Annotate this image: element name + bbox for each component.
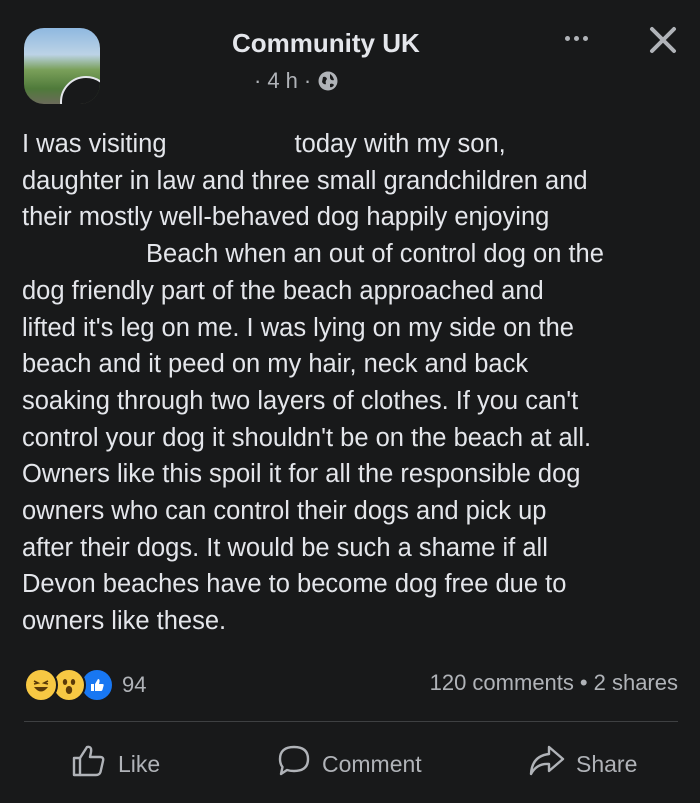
comment-label: Comment: [322, 750, 422, 777]
profile-picture-overlay: [60, 76, 100, 104]
more-icon[interactable]: [558, 28, 594, 48]
globe-icon: [317, 70, 339, 92]
comments-count[interactable]: 120 comments: [430, 670, 574, 696]
like-button[interactable]: Like: [70, 738, 160, 790]
post-line: I was visiting today with my son,: [22, 130, 506, 158]
reaction-summary[interactable]: 94: [24, 668, 146, 702]
post-line: beach and it peed on my hair, neck and b…: [22, 350, 529, 379]
post-line: owners like these.: [22, 607, 227, 636]
post-body: I was visiting today with my son, daughte…: [22, 126, 682, 640]
post-time[interactable]: 4 h: [267, 68, 298, 94]
thumbs-up-icon: [70, 743, 108, 785]
comment-icon: [276, 743, 312, 785]
post-header: Community UK · 4 h ·: [0, 0, 700, 120]
reaction-count: 94: [122, 672, 147, 697]
share-button[interactable]: Share: [528, 738, 637, 790]
stats-separator: •: [579, 670, 588, 695]
like-label: Like: [118, 750, 161, 777]
share-icon: [528, 743, 566, 785]
post-line: lifted it's leg on me. I was lying on my…: [22, 313, 574, 342]
divider: [24, 721, 678, 722]
page-avatar[interactable]: [24, 28, 100, 104]
post-line: control your dog it shouldn't be on the …: [22, 423, 592, 452]
meta-dot: ·: [254, 68, 262, 93]
post-line: their mostly well-behaved dog happily en…: [22, 203, 550, 232]
post-line: Owners like this spoil it for all the re…: [22, 460, 581, 489]
close-icon[interactable]: [645, 22, 681, 58]
share-label: Share: [576, 750, 638, 777]
post-line: owners who can control their dogs and pi…: [22, 497, 547, 526]
post-line: Devon beaches have to become dog free du…: [22, 570, 567, 599]
post-line: Beach when an out of control dog on the: [146, 240, 604, 269]
meta-dot: ·: [303, 68, 312, 93]
post-meta: · 4 h ·: [254, 68, 339, 94]
action-bar: Like Comment Share: [0, 738, 700, 790]
page-name[interactable]: Community UK: [232, 28, 420, 59]
comment-button[interactable]: Comment: [276, 738, 422, 790]
haha-reaction-icon: [24, 668, 58, 702]
post-line: soaking through two layers of clothes. I…: [22, 386, 579, 415]
post-line: after their dogs. It would be such a sha…: [22, 533, 548, 562]
engagement-stats: 120 comments • 2 shares: [430, 670, 678, 696]
post-line: dog friendly part of the beach approache…: [22, 276, 544, 305]
post-line: daughter in law and three small grandchi…: [22, 166, 588, 195]
shares-count[interactable]: 2 shares: [594, 670, 678, 696]
